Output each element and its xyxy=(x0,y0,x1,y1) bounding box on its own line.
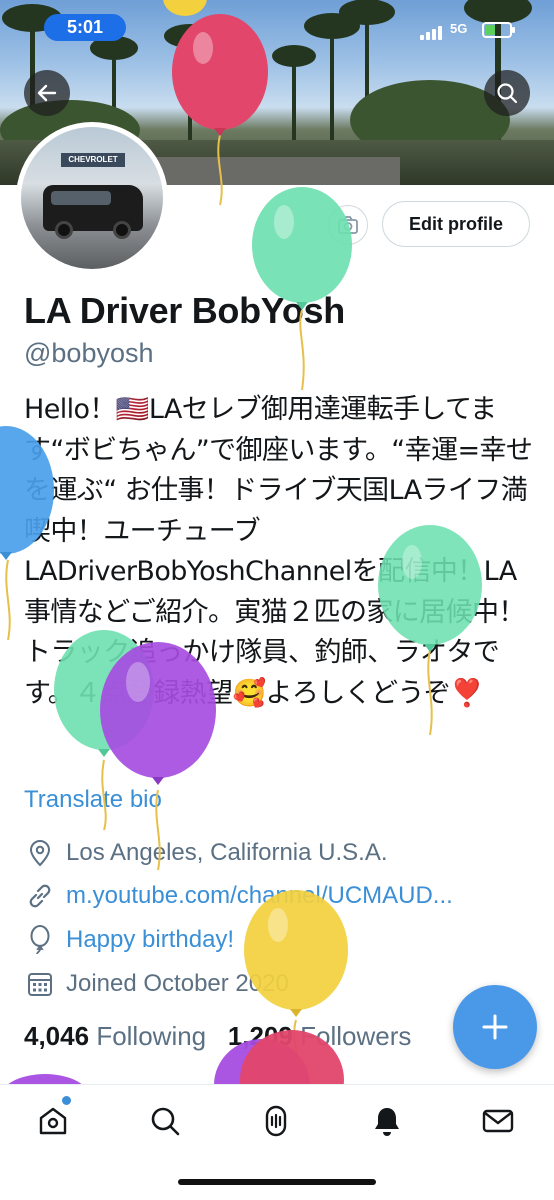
search-button[interactable] xyxy=(484,70,530,116)
website-link[interactable]: m.youtube.com/channel/UCMAUD... xyxy=(66,882,453,910)
avatar[interactable]: CHEVROLET xyxy=(16,122,168,274)
followers-count: 1,209 xyxy=(227,1021,293,1051)
edit-profile-button[interactable]: Edit profile xyxy=(382,201,530,247)
dealer-sign: CHEVROLET xyxy=(61,153,125,167)
plus-icon xyxy=(482,1014,508,1040)
joined-row: Joined October 2020 xyxy=(24,968,289,1000)
following-label: Following xyxy=(96,1021,207,1051)
profile-name: LA Driver BobYosh xyxy=(24,290,345,331)
location-row: Los Angeles, California U.S.A. xyxy=(24,837,388,869)
location-pin-icon xyxy=(24,837,56,869)
tab-notifications[interactable] xyxy=(365,1099,409,1143)
tab-search[interactable] xyxy=(143,1099,187,1143)
tab-spaces[interactable] xyxy=(254,1099,298,1143)
camera-button[interactable] xyxy=(328,205,368,245)
following-count: 4,046 xyxy=(24,1021,90,1051)
location-text: Los Angeles, California U.S.A. xyxy=(66,839,388,866)
suv-image xyxy=(43,185,143,239)
joined-text: Joined October 2020 xyxy=(66,970,289,997)
tab-home[interactable] xyxy=(31,1099,75,1143)
compose-tweet-button[interactable] xyxy=(453,985,537,1069)
home-indicator[interactable] xyxy=(178,1179,376,1185)
messages-icon xyxy=(482,1109,514,1133)
link-icon xyxy=(24,880,56,912)
notifications-icon xyxy=(375,1108,399,1136)
calendar-icon xyxy=(24,968,56,1000)
battery-icon xyxy=(482,22,515,38)
birthday-row: Happy birthday! xyxy=(24,924,234,956)
avatar-image: CHEVROLET xyxy=(21,127,163,269)
translate-bio-link[interactable]: Translate bio xyxy=(24,786,162,814)
profile-handle: @bobyosh xyxy=(24,338,154,368)
search-icon xyxy=(151,1107,180,1136)
follow-stats: 4,046 Following 1,209 Followers xyxy=(24,1021,411,1052)
birthday-link[interactable]: Happy birthday! xyxy=(66,926,234,954)
following-stat[interactable]: 4,046 Following xyxy=(24,1021,206,1051)
profile-bio: Hello！🇺🇸LAセレブ御用達運転手してます“ボビちゃん”で御座います。“幸運… xyxy=(24,394,533,709)
new-tweets-dot xyxy=(62,1096,71,1105)
camera-icon xyxy=(338,216,358,234)
spaces-icon xyxy=(265,1105,287,1137)
arrow-left-icon xyxy=(37,84,57,102)
status-time: 5:01 xyxy=(44,14,126,41)
followers-label: Followers xyxy=(300,1021,412,1051)
tab-messages[interactable] xyxy=(476,1099,520,1143)
back-button[interactable] xyxy=(24,70,70,116)
website-row[interactable]: m.youtube.com/channel/UCMAUD... xyxy=(24,880,453,912)
cellular-signal-icon xyxy=(420,24,446,40)
home-icon xyxy=(39,1107,67,1135)
status-bar: 5:01 5G xyxy=(0,0,554,50)
balloon-icon xyxy=(24,924,56,956)
followers-stat[interactable]: 1,209 Followers xyxy=(228,1021,412,1051)
network-type: 5G xyxy=(450,21,468,36)
search-icon xyxy=(497,83,518,104)
